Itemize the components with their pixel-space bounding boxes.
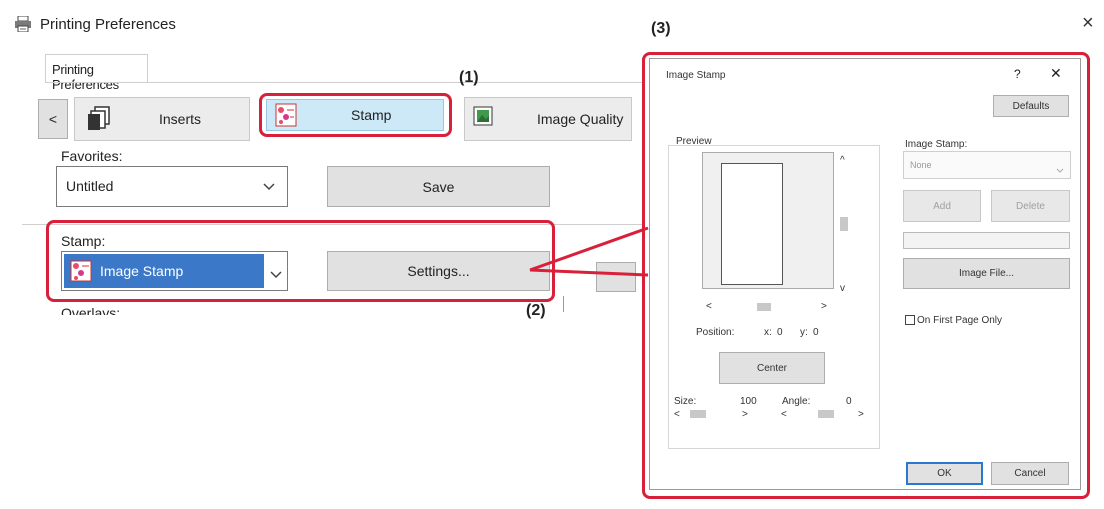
image-file-path-field[interactable]	[903, 232, 1070, 249]
inserts-icon	[87, 106, 111, 137]
callout-highlight-stamp-tab	[259, 93, 452, 137]
callout-connector	[529, 226, 649, 277]
preview-frame	[702, 152, 834, 289]
vertical-scroll-thumb[interactable]	[840, 217, 848, 231]
ribbon-item-inserts[interactable]: Inserts	[74, 97, 250, 141]
image-file-button[interactable]: Image File...	[903, 258, 1070, 289]
scroll-up-icon[interactable]: ^	[840, 155, 845, 166]
image-quality-icon	[473, 106, 493, 131]
callout-highlight-stamp-settings	[46, 220, 555, 302]
help-icon[interactable]: ?	[1014, 67, 1021, 81]
position-label: Position:	[696, 327, 735, 338]
printer-icon	[14, 15, 32, 33]
x-value: 0	[777, 327, 783, 338]
divider	[563, 296, 564, 312]
overlays-label: Overlays:	[61, 307, 121, 315]
y-value: 0	[813, 327, 819, 338]
ribbon-item-label: Image Quality	[537, 111, 624, 127]
first-page-label: On First Page Only	[917, 315, 1003, 326]
callout-2: (2)	[526, 302, 546, 319]
y-label: y:	[800, 327, 808, 338]
close-icon[interactable]: ✕	[1050, 65, 1062, 82]
favorites-select[interactable]: Untitled	[56, 166, 288, 207]
favorites-label: Favorites:	[61, 148, 123, 164]
delete-button[interactable]: Delete	[991, 190, 1070, 222]
overlays-label-clip: Overlays:	[61, 307, 161, 315]
center-button[interactable]: Center	[719, 352, 825, 384]
defaults-button[interactable]: Defaults	[993, 95, 1069, 117]
horizontal-scroll-thumb[interactable]	[757, 303, 771, 311]
image-stamp-dialog: Image Stamp ? ✕ Defaults Preview ^ v < >…	[649, 58, 1081, 490]
window-title: Printing Preferences	[40, 16, 176, 33]
ok-button[interactable]: OK	[906, 462, 983, 485]
size-label: Size:	[674, 396, 697, 407]
angle-increase-icon[interactable]: >	[858, 409, 864, 420]
close-icon[interactable]: ×	[1082, 12, 1094, 35]
scroll-left-icon[interactable]: <	[706, 301, 712, 312]
chevron-down-icon	[263, 178, 275, 194]
image-stamp-select[interactable]: None	[903, 151, 1071, 179]
chevron-down-icon	[1056, 161, 1064, 179]
dialog-title: Image Stamp	[666, 70, 726, 81]
add-button[interactable]: Add	[903, 190, 981, 222]
size-value: 100	[740, 396, 757, 407]
angle-value: 0	[846, 396, 852, 407]
cutoff-area	[0, 315, 640, 509]
angle-label: Angle:	[782, 396, 811, 407]
image-stamp-value: None	[910, 160, 932, 170]
first-page-checkbox[interactable]	[905, 315, 915, 325]
ribbon-prev-button[interactable]: <	[38, 99, 68, 139]
size-increase-icon[interactable]: >	[742, 409, 748, 420]
ribbon-item-label: Inserts	[159, 111, 202, 127]
callout-1: (1)	[459, 69, 479, 86]
preview-page	[721, 163, 783, 285]
tab-printing-preferences[interactable]: Printing Preferences	[45, 54, 148, 92]
scroll-right-icon[interactable]: >	[821, 301, 827, 312]
ribbon-item-image-quality[interactable]: Image Quality	[464, 97, 632, 141]
x-label: x:	[764, 327, 772, 338]
scroll-down-icon[interactable]: v	[840, 283, 845, 294]
size-slider-thumb[interactable]	[690, 410, 706, 418]
save-button[interactable]: Save	[327, 166, 550, 207]
callout-3: (3)	[651, 20, 671, 37]
angle-slider-thumb[interactable]	[818, 410, 834, 418]
tab-divider	[45, 82, 645, 83]
image-stamp-label: Image Stamp:	[905, 139, 968, 150]
size-decrease-icon[interactable]: <	[674, 409, 680, 420]
angle-decrease-icon[interactable]: <	[781, 409, 787, 420]
favorites-value: Untitled	[66, 178, 114, 194]
window-title-bar: Printing Preferences ×	[0, 0, 1104, 46]
cancel-button[interactable]: Cancel	[991, 462, 1069, 485]
